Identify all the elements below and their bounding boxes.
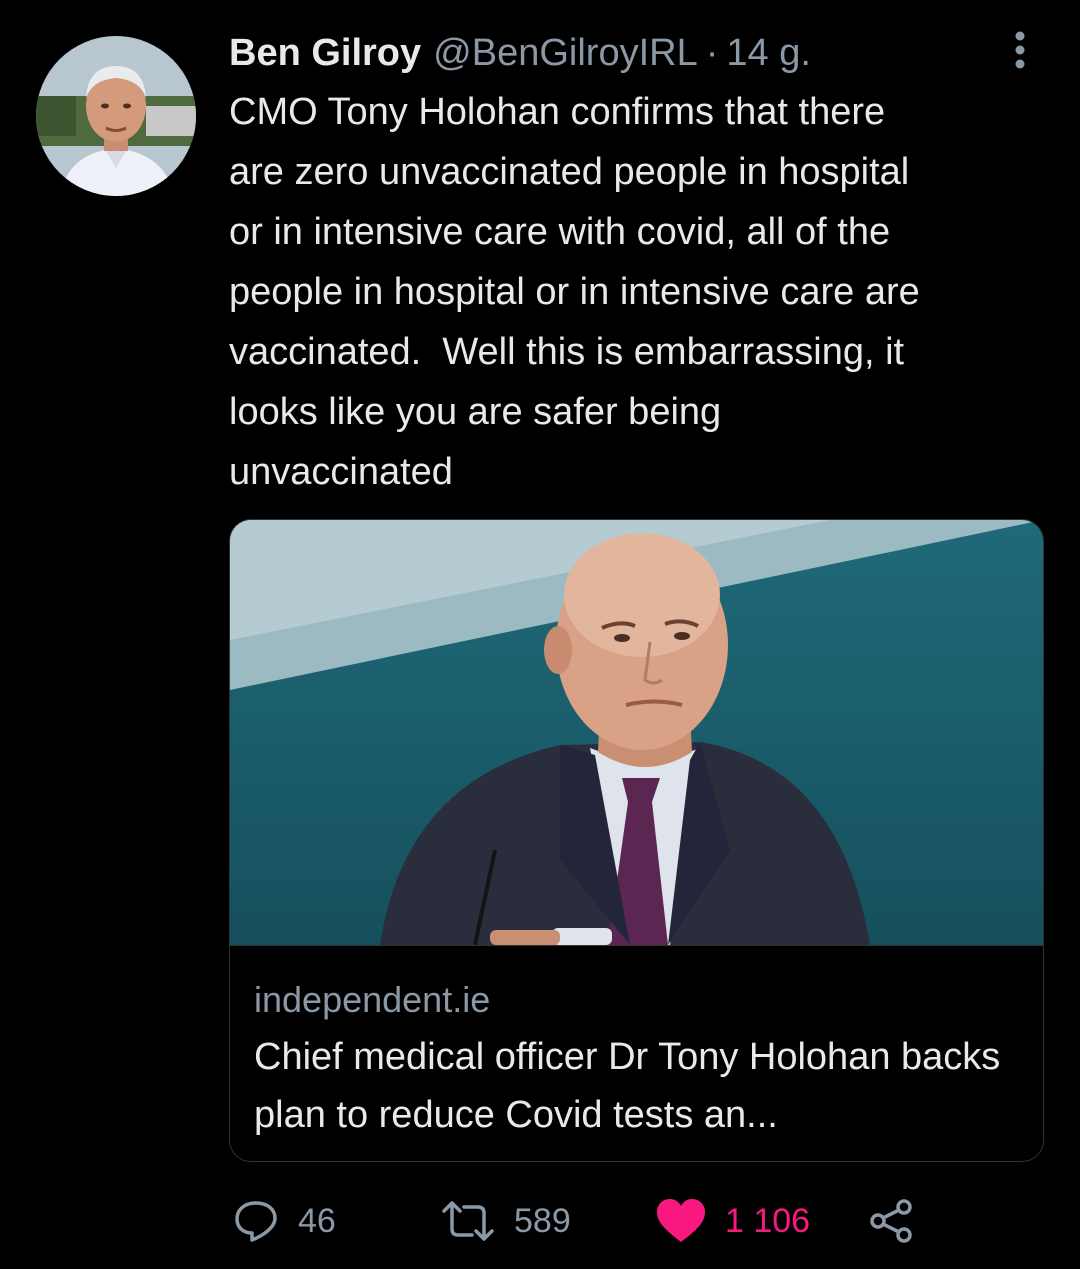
tweet-timestamp[interactable]: 14 g. [726,28,811,78]
author-display-name[interactable]: Ben Gilroy [229,28,421,78]
retweet-count: 589 [514,1201,571,1240]
more-options-button[interactable] [1000,28,1040,72]
more-vertical-icon [1015,31,1025,69]
retweet-button[interactable]: 589 [440,1190,571,1252]
avatar-image [36,36,196,196]
tweet-text: CMO Tony Holohan confirms that there are… [229,91,920,493]
header-separator: · [705,32,719,74]
avatar[interactable] [36,36,196,196]
card-image [230,520,1043,945]
card-domain: independent.ie [254,979,491,1020]
author-handle[interactable]: @BenGilroyIRL [433,28,698,78]
share-button[interactable] [868,1190,916,1252]
heart-icon [657,1199,705,1242]
reply-button[interactable]: 46 [232,1190,336,1252]
like-count: 1 106 [725,1201,811,1240]
tweet-header: Ben Gilroy @BenGilroyIRL · 14 g. [229,28,811,78]
like-button[interactable]: 1 106 [655,1190,810,1252]
action-bar: 46 589 1 106 [0,1190,1080,1260]
card-divider [230,945,1043,946]
retweet-icon [442,1201,494,1241]
reply-count: 46 [298,1201,336,1240]
card-title: Chief medical officer Dr Tony Holohan ba… [254,1036,1001,1136]
link-card[interactable]: independent.ie Chief medical officer Dr … [229,519,1044,1162]
share-icon [870,1199,912,1243]
reply-icon [235,1201,277,1242]
